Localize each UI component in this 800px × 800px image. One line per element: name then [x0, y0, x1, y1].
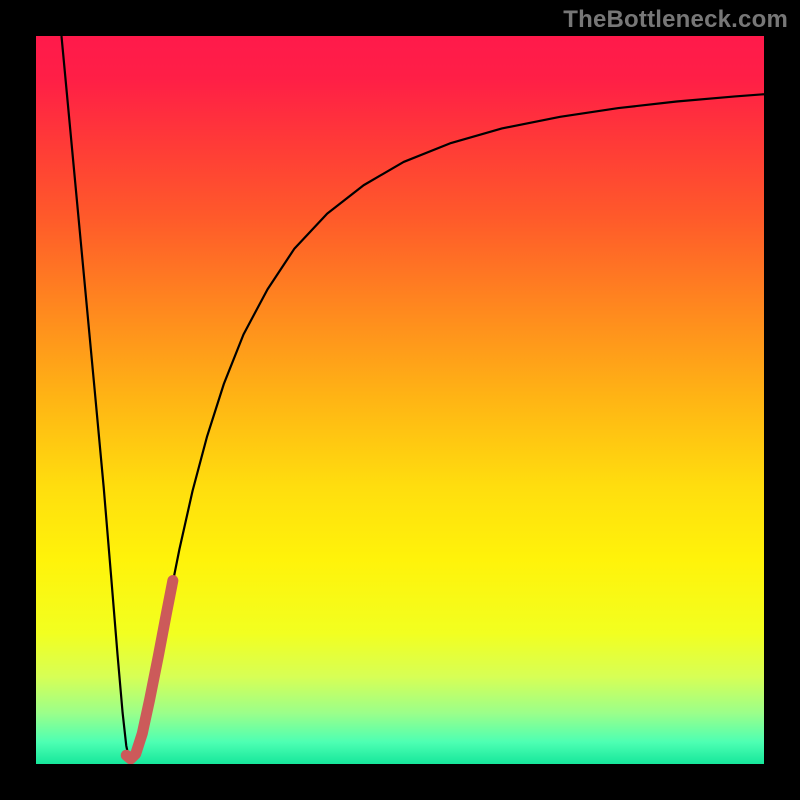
plot-area: [36, 36, 764, 764]
watermark-text: TheBottleneck.com: [563, 6, 788, 34]
gradient-background: [36, 36, 764, 764]
chart-frame: TheBottleneck.com: [0, 0, 800, 800]
chart-svg: [36, 36, 764, 764]
